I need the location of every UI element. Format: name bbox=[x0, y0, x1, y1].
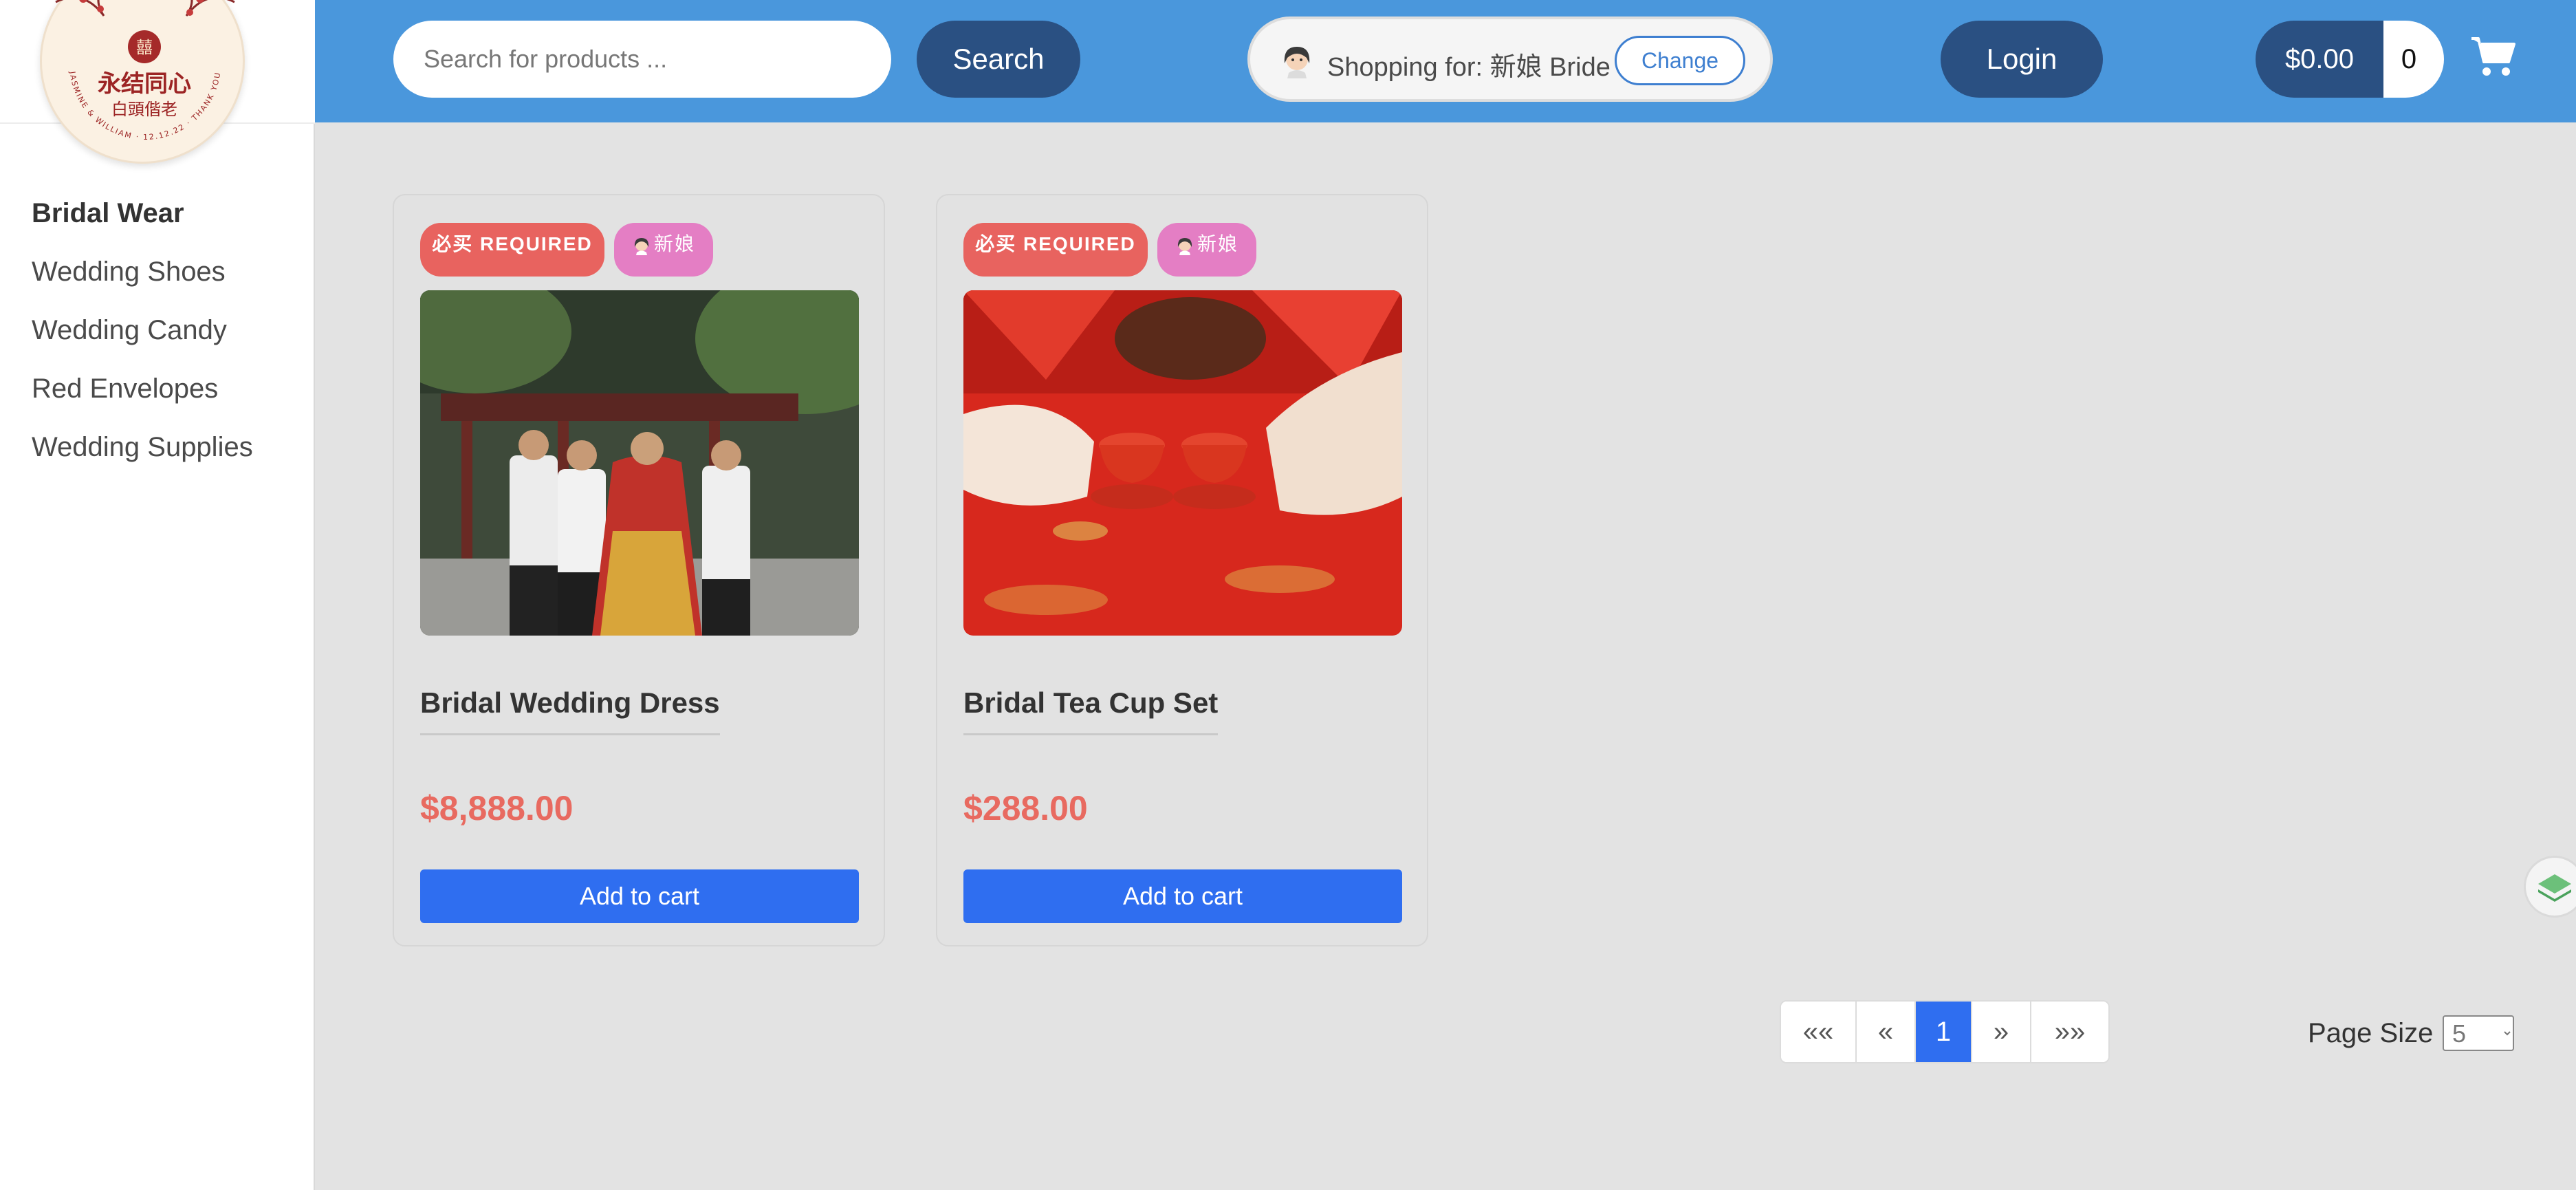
page-size-select[interactable]: 5 bbox=[2443, 1015, 2514, 1051]
store-logo[interactable]: 囍 永结同心 白頭偕老 JASMINE & WILLIAM · 12.12.22… bbox=[40, 0, 245, 164]
category-wedding-shoes[interactable]: Wedding Shoes bbox=[32, 251, 293, 292]
previous-page-button[interactable]: « bbox=[1857, 1002, 1916, 1062]
last-page-button[interactable]: »» bbox=[2031, 1002, 2108, 1062]
floating-layers-button[interactable] bbox=[2524, 856, 2576, 918]
pagination: «« « 1 » »» bbox=[1780, 1000, 2110, 1063]
category-bridal-wear[interactable]: Bridal Wear bbox=[32, 193, 293, 234]
required-badge: 必买 REQUIRED bbox=[420, 223, 604, 277]
shopping-cart-icon[interactable] bbox=[2470, 36, 2515, 77]
product-image[interactable] bbox=[420, 290, 859, 636]
role-badge-label: 新娘 bbox=[653, 233, 695, 255]
bride-avatar-icon bbox=[1284, 47, 1310, 78]
current-page-button[interactable]: 1 bbox=[1916, 1002, 1972, 1062]
required-badge: 必买 REQUIRED bbox=[963, 223, 1148, 277]
add-to-cart-button[interactable]: Add to cart bbox=[963, 869, 1402, 923]
sidebar: 囍 永结同心 白頭偕老 JASMINE & WILLIAM · 12.12.22… bbox=[0, 0, 315, 1190]
product-image[interactable] bbox=[963, 290, 1402, 636]
search-input[interactable] bbox=[393, 21, 891, 98]
product-price: $288.00 bbox=[963, 789, 1088, 827]
add-to-cart-button[interactable]: Add to cart bbox=[420, 869, 859, 923]
layers-icon bbox=[2538, 874, 2571, 902]
product-name[interactable]: Bridal Wedding Dress bbox=[420, 686, 720, 735]
wedding-dress-photo bbox=[420, 290, 859, 636]
change-role-button[interactable]: Change bbox=[1615, 36, 1745, 85]
category-wedding-candy[interactable]: Wedding Candy bbox=[32, 310, 293, 351]
cart-total[interactable]: $0.00 bbox=[2256, 21, 2383, 98]
role-badge-label: 新娘 bbox=[1197, 233, 1238, 255]
shopping-for-selector: Shopping for: 新娘 Bride Change bbox=[1247, 17, 1773, 102]
category-list: Bridal Wear Wedding Shoes Wedding Candy … bbox=[32, 193, 293, 485]
first-page-button[interactable]: «« bbox=[1781, 1002, 1857, 1062]
logo-title: 永结同心 bbox=[98, 70, 191, 98]
product-price: $8,888.00 bbox=[420, 789, 574, 827]
search-button[interactable]: Search bbox=[917, 21, 1080, 98]
product-card: 必买 REQUIRED 新娘 Bridal Tea Cup Set $288.0… bbox=[936, 194, 1428, 946]
next-page-button[interactable]: » bbox=[1972, 1002, 2031, 1062]
product-card: 必买 REQUIRED 新娘 Bridal Wedding Dress $8,8… bbox=[393, 194, 885, 946]
product-name[interactable]: Bridal Tea Cup Set bbox=[963, 686, 1219, 735]
category-red-envelopes[interactable]: Red Envelopes bbox=[32, 368, 293, 409]
logo-symbol: 囍 bbox=[136, 38, 153, 57]
logo-emblem: 囍 永结同心 白頭偕老 JASMINE & WILLIAM · 12.12.22… bbox=[55, 0, 235, 142]
shopping-for-label: Shopping for: 新娘 Bride bbox=[1327, 53, 1611, 82]
login-button[interactable]: Login bbox=[1941, 21, 2103, 98]
category-wedding-supplies[interactable]: Wedding Supplies bbox=[32, 426, 293, 468]
page-size-label: Page Size bbox=[2308, 1018, 2434, 1048]
bride-icon bbox=[1177, 237, 1192, 255]
role-badge: 新娘 bbox=[1157, 223, 1256, 277]
role-badge: 新娘 bbox=[614, 223, 713, 277]
tea-cup-set-photo bbox=[963, 290, 1402, 636]
logo-subtitle: 白頭偕老 bbox=[111, 100, 177, 119]
bride-icon bbox=[634, 237, 649, 255]
